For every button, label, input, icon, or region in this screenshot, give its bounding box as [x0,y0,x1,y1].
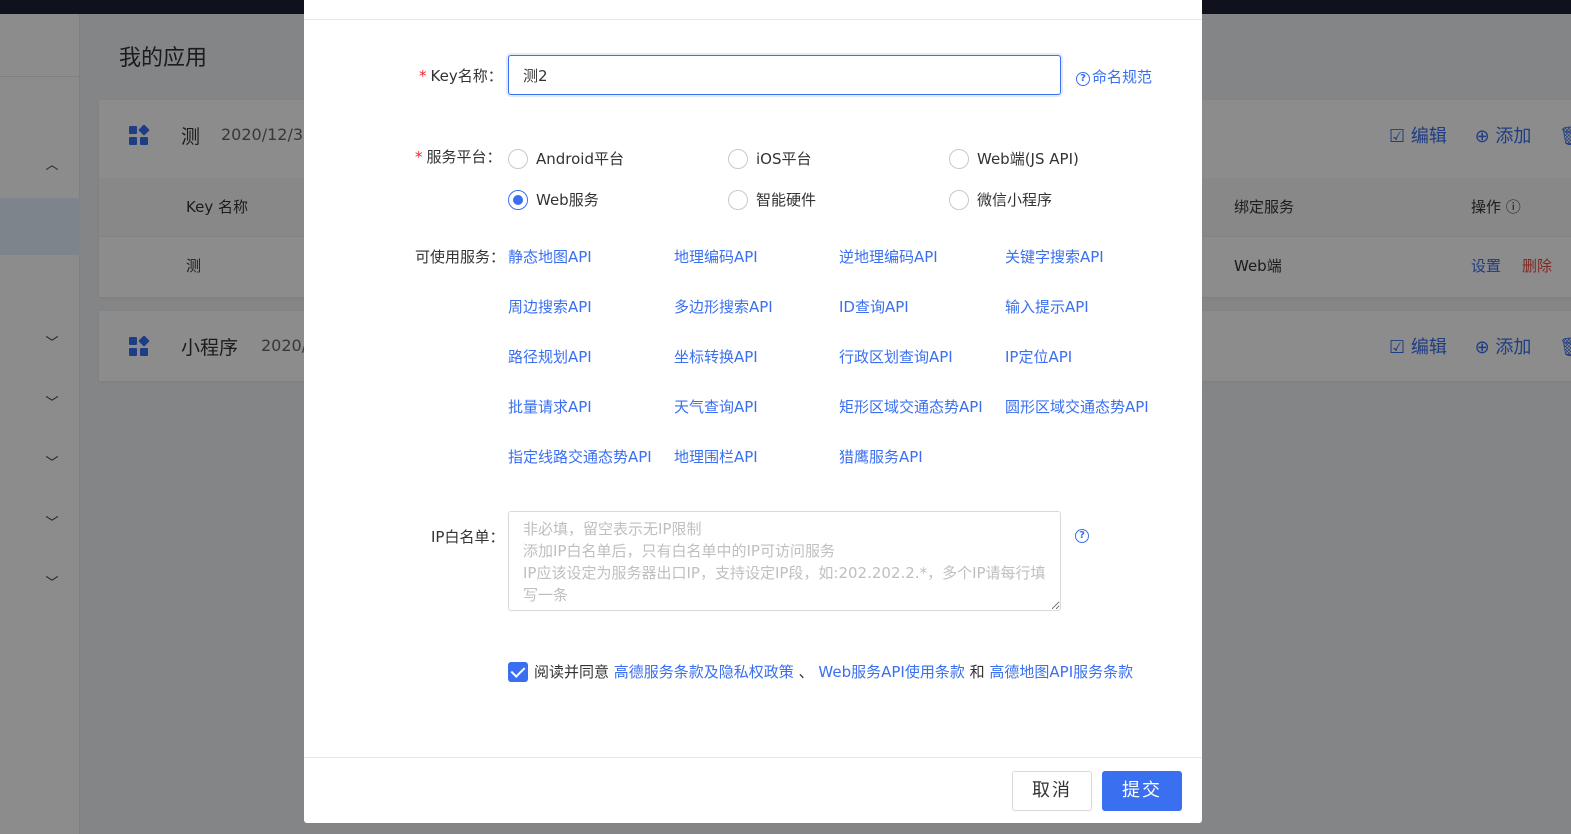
key-name-input[interactable] [508,55,1061,95]
service-link[interactable]: 圆形区域交通态势API [1005,396,1149,417]
agree-checkbox[interactable] [508,661,528,682]
radio-button[interactable] [728,189,748,210]
service-link[interactable]: 静态地图API [508,246,592,267]
cancel-button[interactable]: 取消 [1012,771,1092,811]
service-link[interactable]: 逆地理编码API [839,246,938,267]
service-link[interactable]: 猎鹰服务API [839,446,923,467]
radio-button[interactable] [949,189,969,210]
ip-whitelist-label: IP白名单： [431,528,505,546]
radio-wechat-miniprogram[interactable]: 微信小程序 [949,189,1052,210]
service-link[interactable]: 关键字搜索API [1005,246,1104,267]
services-label: 可使用服务： [415,248,506,266]
ip-whitelist-textarea[interactable] [508,511,1061,611]
modal-header-divider [304,19,1202,20]
service-link[interactable]: ID查询API [839,296,909,317]
service-link[interactable]: 天气查询API [674,396,758,417]
separator-text: 和 [969,663,985,681]
service-link[interactable]: 周边搜索API [508,296,592,317]
service-link[interactable]: 地理编码API [674,246,758,267]
map-api-terms-link[interactable]: 高德地图API服务条款 [989,663,1133,681]
radio-web-service[interactable]: Web服务 [508,189,599,210]
question-icon: ? [1075,529,1089,543]
radio-button[interactable] [728,148,748,169]
service-link[interactable]: 输入提示API [1005,296,1089,317]
agree-text: 阅读并同意 [534,663,610,681]
agreement-row: 阅读并同意 高德服务条款及隐私权政策 、 Web服务API使用条款 和 高德地图… [508,661,1133,682]
separator-text: 、 [798,663,814,681]
service-link[interactable]: 矩形区域交通态势API [839,396,983,417]
radio-ios[interactable]: iOS平台 [728,148,812,169]
service-link[interactable]: 多边形搜索API [674,296,773,317]
question-icon: ? [1076,72,1090,86]
service-link[interactable]: 路径规划API [508,346,592,367]
ip-help-button[interactable]: ? [1075,527,1091,543]
service-link[interactable]: 地理围栏API [674,446,758,467]
radio-android[interactable]: Android平台 [508,148,624,169]
key-name-label: * Key名称： [419,67,503,85]
submit-button[interactable]: 提交 [1102,771,1182,811]
radio-button[interactable] [508,189,528,210]
service-link[interactable]: 指定线路交通态势API [508,446,652,467]
service-link[interactable]: IP定位API [1005,346,1072,367]
radio-button[interactable] [949,148,969,169]
create-key-dialog: *Key名称： ?命名规范 *服务平台： Android平台 iOS平台 Web… [304,0,1202,823]
web-api-terms-link[interactable]: Web服务API使用条款 [818,663,964,681]
service-link[interactable]: 坐标转换API [674,346,758,367]
terms-privacy-link[interactable]: 高德服务条款及隐私权政策 [614,663,794,681]
service-link[interactable]: 行政区划查询API [839,346,953,367]
modal-footer-divider [304,757,1202,758]
radio-button[interactable] [508,148,528,169]
service-link[interactable]: 批量请求API [508,396,592,417]
naming-rules-link[interactable]: ? 命名规范 [1076,66,1152,87]
platform-label: * 服务平台： [415,148,502,166]
radio-web-js-api[interactable]: Web端(JS API) [949,148,1079,169]
radio-smart-hardware[interactable]: 智能硬件 [728,189,816,210]
